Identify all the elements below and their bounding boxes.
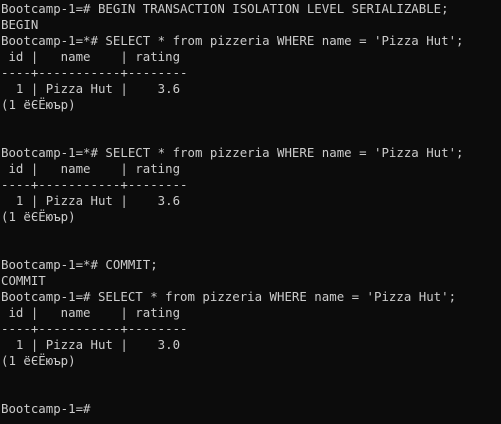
terminal-line: id | name | rating: [1, 49, 181, 64]
terminal-line: COMMIT: [1, 273, 46, 288]
terminal-line: Bootcamp-1=# SELECT * from pizzeria WHER…: [1, 289, 457, 304]
terminal-line: 1 | Pizza Hut | 3.6: [1, 81, 181, 96]
terminal-line: (1 ёЄЁюър): [1, 209, 76, 224]
terminal-line: ----+-----------+--------: [1, 177, 188, 192]
terminal-line: BEGIN: [1, 17, 39, 32]
terminal-line: 1 | Pizza Hut | 3.0: [1, 337, 181, 352]
terminal-line: id | name | rating: [1, 161, 181, 176]
terminal-line: Bootcamp-1=*# SELECT * from pizzeria WHE…: [1, 145, 464, 160]
terminal-line: (1 ёЄЁюър): [1, 97, 76, 112]
terminal-line: (1 ёЄЁюър): [1, 353, 76, 368]
text-cursor: [91, 402, 98, 415]
terminal-window[interactable]: Bootcamp-1=# BEGIN TRANSACTION ISOLATION…: [0, 0, 501, 424]
terminal-line: Bootcamp-1=*# COMMIT;: [1, 257, 158, 272]
terminal-line: ----+-----------+--------: [1, 321, 188, 336]
terminal-line: id | name | rating: [1, 305, 181, 320]
terminal-line: Bootcamp-1=*# SELECT * from pizzeria WHE…: [1, 33, 464, 48]
prompt-text: Bootcamp-1=#: [1, 401, 91, 416]
terminal-prompt-line[interactable]: Bootcamp-1=#: [1, 401, 501, 417]
terminal-line: 1 | Pizza Hut | 3.6: [1, 193, 181, 208]
terminal-line: Bootcamp-1=# BEGIN TRANSACTION ISOLATION…: [1, 1, 449, 16]
terminal-line: ----+-----------+--------: [1, 65, 188, 80]
